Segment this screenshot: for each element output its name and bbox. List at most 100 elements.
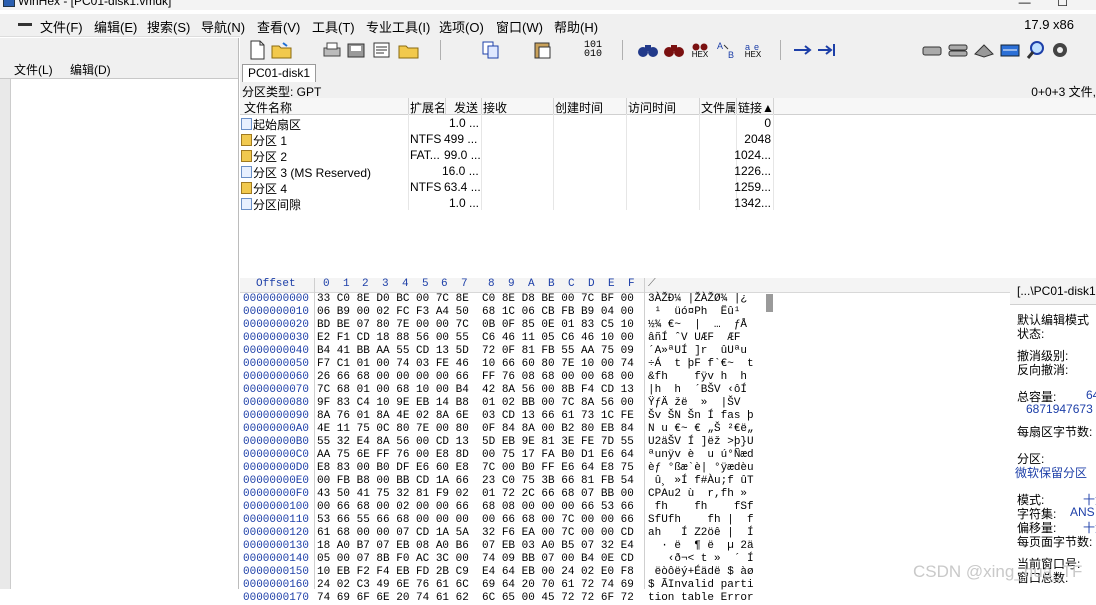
menu-window[interactable]: 窗口(W) [496, 17, 543, 36]
hex-ascii[interactable]: &fh fÿv h h [648, 371, 747, 384]
menu-options[interactable]: 选项(O) [439, 17, 484, 36]
hex-bytes[interactable]: 00 66 68 00 02 00 00 66 68 08 00 00 00 6… [317, 501, 634, 514]
hex-ascii[interactable]: û¸ »Í f#Àu;f ûT [648, 475, 754, 488]
hex-ascii[interactable]: âñÍ ˆV UÆF ÆF [648, 332, 740, 345]
hex-bytes[interactable]: B4 41 BB AA 55 CD 13 5D 72 0F 81 FB 55 A… [317, 345, 634, 358]
new-file-icon[interactable] [246, 39, 268, 61]
hex-bytes[interactable]: 43 50 41 75 32 81 F9 02 01 72 2C 66 68 0… [317, 488, 634, 501]
hex-bytes[interactable]: 26 66 68 00 00 00 00 66 FF 76 08 68 00 0… [317, 371, 634, 384]
col-ext[interactable]: 扩展名 [410, 99, 444, 116]
menu-tools[interactable]: 工具(T) [312, 17, 355, 36]
hex-ascii[interactable]: 3ÀŽÐ¼ |ŽÀŽØ¾ |¿ [648, 293, 747, 306]
hex-bytes[interactable]: 05 00 07 8B F0 AC 3C 00 74 09 BB 07 00 B… [317, 553, 634, 566]
hex-ascii[interactable]: fh fh fSf [648, 501, 754, 514]
goto-offset-icon[interactable] [816, 39, 840, 61]
hex-ascii[interactable]: ‹ð¬< t » ´ Í [648, 553, 754, 566]
scrollbar-thumb[interactable] [766, 294, 773, 312]
left-panel-body[interactable] [0, 79, 237, 589]
list-item[interactable]: 起始扇区 1.0 ... 0 [240, 115, 780, 132]
hex-bytes[interactable]: F7 C1 01 00 74 03 FE 46 10 66 60 80 7E 1… [317, 358, 634, 371]
hex-ascii[interactable]: ŸƒÄ žë » |ŠV [648, 397, 740, 410]
hex-bytes[interactable]: 10 EB F2 F4 EB FD 2B C9 E4 64 EB 00 24 0… [317, 566, 634, 579]
find-icon[interactable] [636, 39, 660, 61]
col-accessed[interactable]: 访问时间 [628, 99, 698, 116]
col-filename[interactable]: 文件名称 [244, 99, 404, 116]
hex-ascii[interactable]: SfUfh fh | f [648, 514, 754, 527]
hex-ascii[interactable]: ëòôëý+Éädë $ àø [648, 566, 754, 579]
list-item[interactable]: 分区 4 NTFS 63.4 ... 1259... [240, 179, 780, 196]
window-controls[interactable]: — ☐ [1019, 0, 1068, 9]
hex-bytes[interactable]: 53 66 55 66 68 00 00 00 00 66 68 00 7C 0… [317, 514, 634, 527]
menu-search[interactable]: 搜索(S) [147, 17, 190, 36]
hex-bytes[interactable]: BD BE 07 80 7E 00 00 7C 0B 0F 85 0E 01 8… [317, 319, 634, 332]
hex-ascii[interactable]: CPAu2 ù r,fh » [648, 488, 747, 501]
hex-bytes[interactable]: 4E 11 75 0C 80 7E 00 80 0F 84 8A 00 B2 8… [317, 423, 634, 436]
replace-icon[interactable]: a e HEX [740, 39, 766, 61]
ram-icon[interactable] [972, 39, 996, 61]
hex-bytes[interactable]: 00 FB B8 00 BB CD 1A 66 23 C0 75 3B 66 8… [317, 475, 634, 488]
col-link[interactable]: 链接▲ [738, 99, 776, 116]
menu-navigate[interactable]: 导航(N) [201, 17, 245, 36]
gear-icon[interactable] [1048, 39, 1072, 61]
list-item[interactable]: 分区 3 (MS Reserved) 16.0 ... 1226... [240, 163, 780, 180]
hex-ascii[interactable]: ah Í Z2öê | Í [648, 527, 754, 540]
hex-ascii[interactable]: ½¾ €~ | … ƒÅ [648, 319, 747, 332]
tab-pc01-disk1[interactable]: PC01-disk1 [242, 64, 317, 83]
col-size[interactable]: 发送 [454, 99, 480, 116]
hex-editor[interactable]: Offset 0 1 2 3 4 5 6 7 8 9 A B C D E F ⟋… [240, 278, 1011, 604]
hex-ascii[interactable]: tion table Error [648, 592, 754, 605]
menu-file[interactable]: 文件(F) [40, 17, 83, 36]
print-icon[interactable] [320, 39, 344, 61]
hex-ascii[interactable]: U2äŠV Í ]ëž >þ}U [648, 436, 754, 449]
hex-bytes[interactable]: E8 83 00 B0 DF E6 60 E8 7C 00 B0 FF E6 6… [317, 462, 634, 475]
hex-ascii[interactable]: |h h ´BŠV ‹ôÍ [648, 384, 747, 397]
hex-bytes[interactable]: 33 C0 8E D0 BC 00 7C 8E C0 8E D8 BE 00 7… [317, 293, 634, 306]
find-text-icon[interactable] [662, 39, 686, 61]
list-item[interactable]: 分区 1 NTFS 499 ... 2048 [240, 131, 780, 148]
hex-ascii[interactable]: èƒ °ßæ`è| °ÿædèu [648, 462, 754, 475]
binary-icon[interactable]: 101 010 [580, 39, 606, 61]
save-icon[interactable] [345, 39, 369, 61]
hex-ascii[interactable]: ÷Á t þF f`€~ t [648, 358, 754, 371]
hex-ascii[interactable]: ´A»ªUÍ ]r ûUªu [648, 345, 747, 358]
menu-pro-tools[interactable]: 专业工具(I) [366, 17, 430, 36]
replace-hex-icon[interactable]: AB [714, 39, 740, 61]
hex-ascii[interactable]: Šv ŠN Šn Í fas þ [648, 410, 754, 423]
col-attributes[interactable]: 文件属性 [701, 99, 735, 116]
list-item[interactable]: 分区 2 FAT... 99.0 ... 1024... [240, 147, 780, 164]
hex-bytes[interactable]: 61 68 00 00 07 CD 1A 5A 32 F6 EA 00 7C 0… [317, 527, 634, 540]
open-folder-icon[interactable] [270, 39, 294, 61]
menu-edit[interactable]: 编辑(E) [94, 17, 137, 36]
hex-bytes[interactable]: 74 69 6F 6E 20 74 61 62 6C 65 00 45 72 7… [317, 592, 634, 605]
system-menu-icon[interactable] [18, 23, 32, 26]
hex-bytes[interactable]: 7C 68 01 00 68 10 00 B4 42 8A 56 00 8B F… [317, 384, 634, 397]
hex-ascii[interactable]: $ ÃInvalid parti [648, 579, 754, 592]
col-received[interactable]: 接收 [483, 99, 553, 116]
list-item[interactable]: 分区间隙 1.0 ... 1342... [240, 195, 780, 212]
hex-ascii[interactable]: ¹ üó¤Ph Ëû¹ [648, 306, 747, 319]
left-menu-file[interactable]: 文件(L) [14, 61, 53, 78]
hex-bytes[interactable]: E2 F1 CD 18 88 56 00 55 C6 46 11 05 C6 4… [317, 332, 634, 345]
menu-view[interactable]: 查看(V) [257, 17, 300, 36]
calculator-icon[interactable] [998, 39, 1022, 61]
search-icon[interactable] [1024, 39, 1048, 61]
find-hex-icon[interactable]: HEX [688, 39, 712, 61]
open-folder-2-icon[interactable] [397, 39, 421, 61]
menu-help[interactable]: 帮助(H) [554, 17, 598, 36]
disk-open-icon[interactable] [946, 39, 970, 61]
hex-bytes[interactable]: 24 02 C3 49 6E 76 61 6C 69 64 20 70 61 7… [317, 579, 634, 592]
goto-icon[interactable] [792, 39, 816, 61]
properties-icon[interactable] [370, 39, 394, 61]
left-menu-edit[interactable]: 编辑(D) [70, 61, 111, 78]
paste-icon[interactable] [532, 39, 554, 61]
hex-bytes[interactable]: 9F 83 C4 10 9E EB 14 B8 01 02 BB 00 7C 8… [317, 397, 634, 410]
hex-bytes[interactable]: 18 A0 B7 07 EB 08 A0 B6 07 EB 03 A0 B5 0… [317, 540, 634, 553]
hex-bytes[interactable]: 06 B9 00 02 FC F3 A4 50 68 1C 06 CB FB B… [317, 306, 634, 319]
hex-bytes[interactable]: AA 75 6E FF 76 00 E8 8D 00 75 17 FA B0 D… [317, 449, 634, 462]
hex-ascii[interactable]: N u €~ € „Š ²€ë„ [648, 423, 754, 436]
hex-bytes[interactable]: 8A 76 01 8A 4E 02 8A 6E 03 CD 13 66 61 7… [317, 410, 634, 423]
hex-bytes[interactable]: 55 32 E4 8A 56 00 CD 13 5D EB 9E 81 3E F… [317, 436, 634, 449]
copy-icon[interactable] [480, 39, 502, 61]
column-resize-icon[interactable]: ⟋ [648, 278, 656, 290]
disk-icon[interactable] [920, 39, 944, 61]
